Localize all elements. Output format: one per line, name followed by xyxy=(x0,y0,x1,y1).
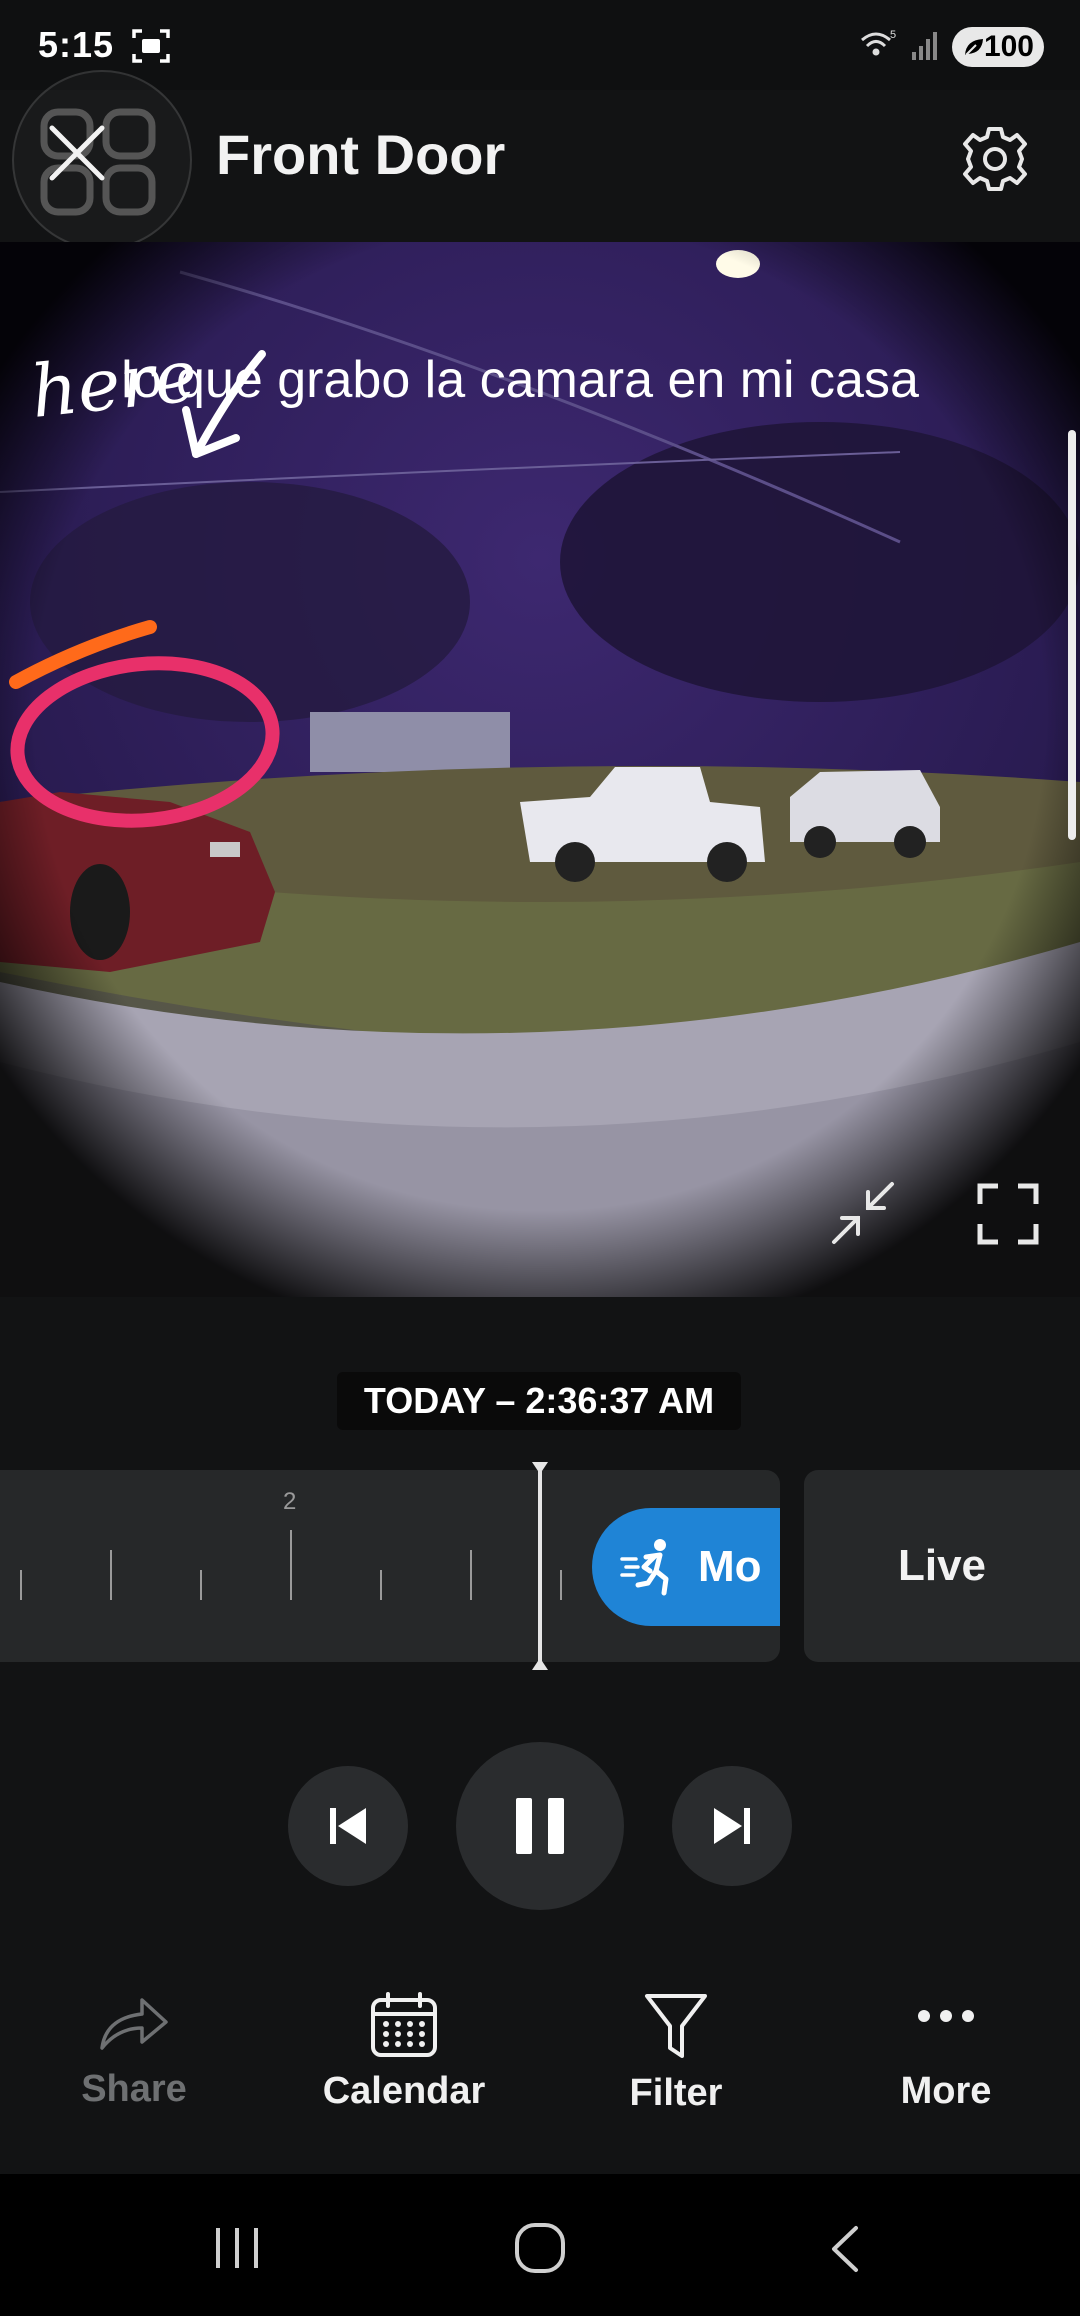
timeline-tick xyxy=(20,1570,22,1600)
calendar-label: Calendar xyxy=(322,2070,486,2112)
power-saving-leaf-icon xyxy=(965,39,983,56)
battery-level: 100 xyxy=(983,30,1034,63)
more-label: More xyxy=(900,2070,992,2112)
video-caption-overlay: lo que grabo la camara en mi casa xyxy=(121,351,919,409)
motion-event-label: Mo xyxy=(698,1542,762,1591)
network-badge: 5 xyxy=(890,29,896,41)
live-button[interactable]: Live xyxy=(804,1470,1080,1662)
filter-label: Filter xyxy=(629,2072,723,2114)
settings-gear-icon[interactable] xyxy=(960,124,1030,194)
timeline-tick xyxy=(380,1570,382,1600)
fullscreen-icon[interactable] xyxy=(976,1182,1040,1246)
calendar-icon xyxy=(371,1992,437,2057)
battery-indicator: 100 xyxy=(952,27,1044,67)
playhead-bottom-cap xyxy=(532,1658,548,1670)
timeline-tick xyxy=(200,1570,202,1600)
cell-signal-icon xyxy=(912,32,937,60)
timeline-tick xyxy=(290,1530,292,1600)
timeline-tick-label: 2 xyxy=(283,1488,297,1515)
back-icon[interactable] xyxy=(826,2224,862,2274)
next-event-button[interactable] xyxy=(672,1766,792,1886)
home-icon[interactable] xyxy=(514,2222,566,2274)
pause-button[interactable] xyxy=(456,1742,624,1910)
previous-event-button[interactable] xyxy=(288,1766,408,1886)
live-label: Live xyxy=(897,1541,987,1590)
wifi-icon: 5 xyxy=(861,29,896,56)
scroll-indicator[interactable] xyxy=(1068,430,1076,840)
filter-action[interactable]: Filter xyxy=(566,1992,786,2115)
share-arrow-icon xyxy=(100,1998,168,2050)
screen-record-icon xyxy=(132,29,170,63)
exit-fit-icon[interactable] xyxy=(830,1180,896,1246)
more-dots-icon xyxy=(918,2010,974,2022)
motion-event-chip[interactable]: Mo xyxy=(592,1508,780,1626)
filter-funnel-icon xyxy=(645,1994,707,2058)
close-icon[interactable] xyxy=(48,124,106,182)
playhead-top-cap xyxy=(532,1462,548,1474)
calendar-action[interactable]: Calendar xyxy=(294,1992,514,2113)
skip-next-icon xyxy=(714,1808,750,1844)
pause-icon xyxy=(516,1798,564,1854)
share-label: Share xyxy=(81,2068,187,2110)
status-time: 5:15 xyxy=(38,24,115,65)
timeline-tick xyxy=(560,1570,562,1600)
timeline-tick xyxy=(110,1550,112,1600)
recent-apps-icon[interactable] xyxy=(212,2226,262,2270)
share-action[interactable]: Share xyxy=(24,1992,244,2111)
page-title: Front Door xyxy=(216,123,506,186)
timeline-playhead[interactable] xyxy=(538,1466,542,1666)
more-action[interactable]: More xyxy=(836,1992,1056,2113)
motion-running-icon xyxy=(620,1539,669,1596)
timeline-tick xyxy=(470,1550,472,1600)
skip-previous-icon xyxy=(330,1808,366,1844)
recording-timestamp: TODAY – 2:36:37 AM xyxy=(337,1372,741,1430)
